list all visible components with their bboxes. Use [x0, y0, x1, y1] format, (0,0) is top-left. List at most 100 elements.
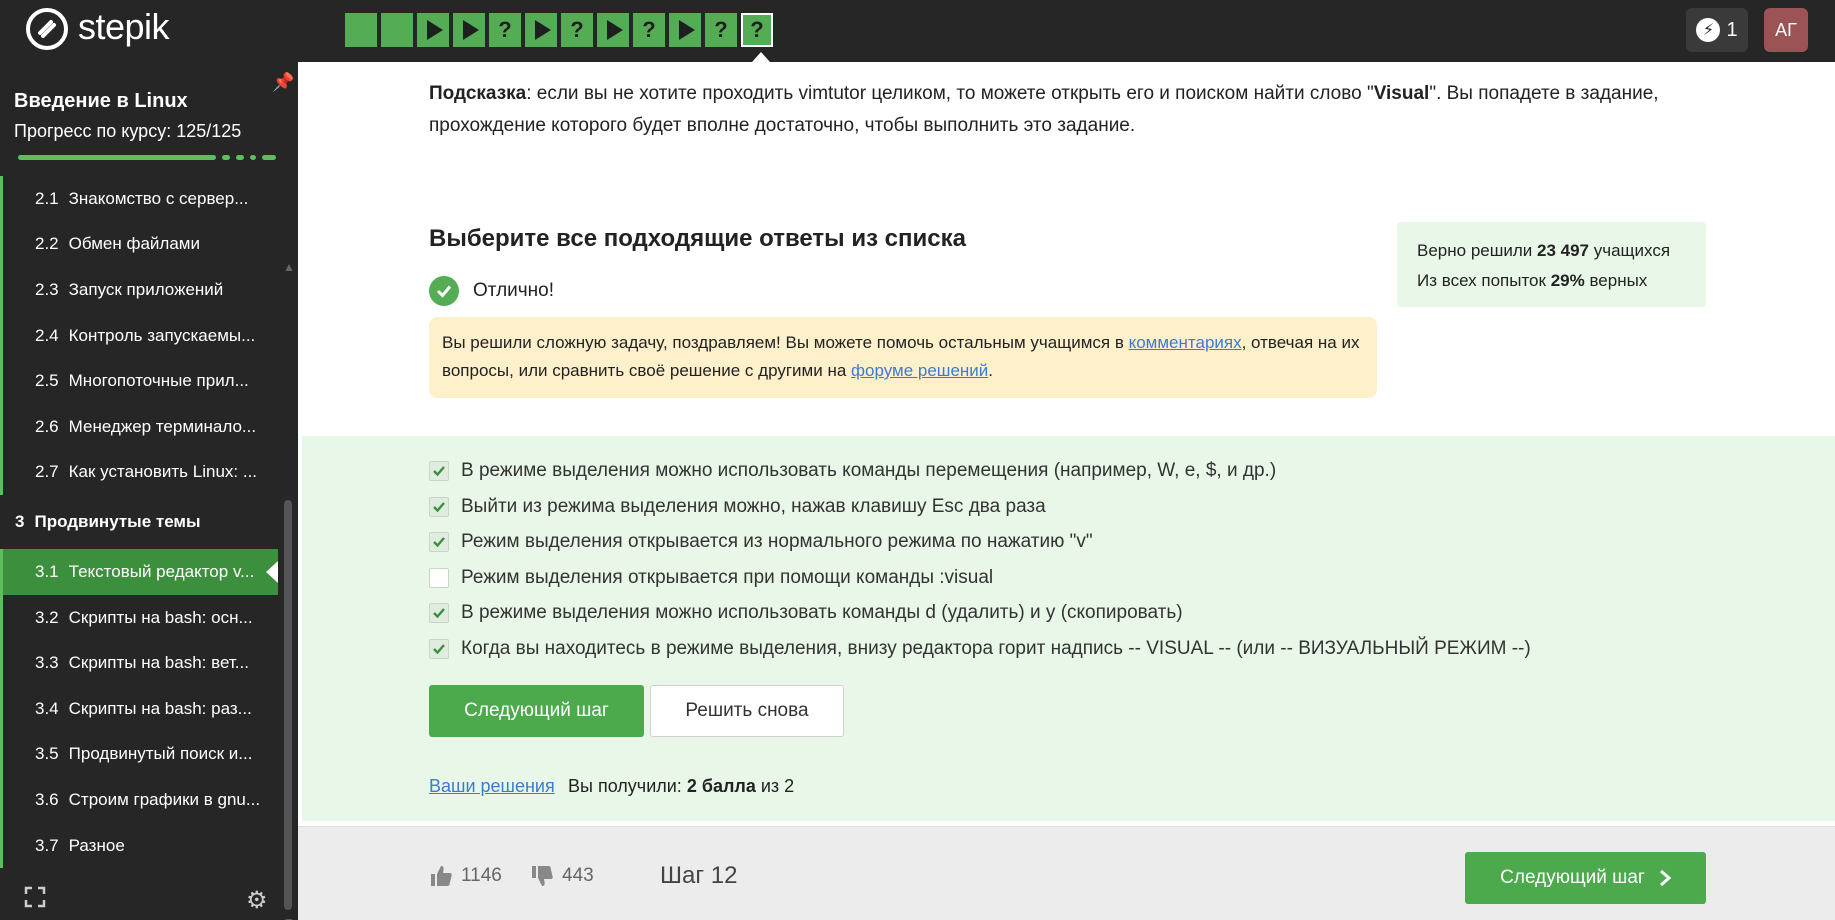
answer-option[interactable]: В режиме выделения можно использовать ко… — [429, 602, 1183, 624]
step-button[interactable] — [597, 13, 629, 47]
answer-option[interactable]: В режиме выделения можно использовать ко… — [429, 460, 1276, 482]
course-title[interactable]: Введение в Linux — [14, 90, 188, 113]
lesson-list: 2.1 Знакомство с сервер... 2.2 Обмен файлам… — [0, 176, 278, 869]
step-button[interactable]: ? — [741, 13, 773, 47]
lesson-number: 2.2 — [35, 234, 59, 254]
sidebar-lesson-item[interactable]: 3.4 Скрипты на bash: раз... — [0, 685, 278, 732]
answer-option[interactable]: Когда вы находитесь в режиме выделения, … — [429, 638, 1531, 660]
progress-segment — [236, 155, 244, 160]
lesson-title: Скрипты на bash: осн... — [68, 607, 253, 627]
answer-option[interactable]: Режим выделения открывается из нормально… — [429, 531, 1093, 553]
energy-count: 1 — [1726, 18, 1738, 41]
step-button[interactable] — [417, 13, 449, 47]
answer-option[interactable]: Режим выделения открывается при помощи к… — [429, 567, 993, 589]
lesson-number: 3.2 — [35, 607, 59, 627]
chevron-right-icon — [1659, 869, 1671, 887]
sidebar-lesson-item[interactable]: 3.2 Скрипты на bash: осн... — [0, 594, 278, 641]
comments-link[interactable]: комментариях — [1129, 333, 1242, 352]
gear-icon[interactable]: ⚙ — [246, 886, 268, 915]
checkbox-checked[interactable] — [429, 461, 449, 481]
sidebar-lesson-item[interactable]: 2.3 Запуск приложений — [0, 267, 278, 313]
sidebar-lesson-item[interactable]: 2.4 Контроль запускаемы... — [0, 312, 278, 359]
avatar[interactable]: АГ — [1764, 8, 1808, 52]
question-icon: ? — [750, 17, 764, 42]
dislike-button[interactable]: 443 — [530, 864, 594, 888]
checkbox-unchecked[interactable] — [429, 568, 449, 588]
footer-next-step-button[interactable]: Следующий шаг — [1465, 852, 1706, 904]
question-icon: ? — [498, 17, 512, 42]
sidebar-lesson-item[interactable]: 2.5 Многопоточные прил... — [0, 358, 278, 404]
stepik-logo-icon — [26, 8, 68, 50]
option-text: В режиме выделения можно использовать ко… — [461, 602, 1183, 623]
sidebar-lesson-item[interactable]: 2.6 Менеджер терминало... — [0, 403, 278, 450]
checkbox-checked[interactable] — [429, 639, 449, 659]
question-icon: ? — [714, 17, 728, 42]
answer-option[interactable]: Выйти из режима выделения можно, нажав к… — [429, 496, 1046, 518]
pin-icon[interactable]: 📌 — [272, 72, 294, 93]
step-button[interactable] — [381, 13, 413, 47]
stepik-logo[interactable]: stepik — [26, 6, 170, 50]
lesson-title: Скрипты на bash: раз... — [68, 698, 252, 718]
forum-link[interactable]: форуме решений — [851, 361, 988, 380]
lesson-title: Контроль запускаемы... — [68, 325, 256, 345]
fullscreen-icon[interactable] — [24, 886, 46, 908]
sidebar-lesson-item[interactable]: 3.3 Скрипты на bash: вет... — [0, 640, 278, 686]
congrats-part: . — [988, 361, 994, 380]
question-icon: ? — [642, 17, 656, 42]
sidebar-lesson-item[interactable]: 2.7 Как установить Linux: ... — [0, 449, 278, 496]
question-icon: ? — [570, 17, 584, 42]
checkbox-checked[interactable] — [429, 497, 449, 517]
lesson-number: 3.1 — [35, 561, 59, 581]
step-button[interactable] — [669, 13, 701, 47]
footer-next-label: Следующий шаг — [1500, 867, 1645, 888]
lesson-number: 3.4 — [35, 698, 59, 718]
step-button[interactable] — [345, 13, 377, 47]
sidebar-scrollbar[interactable] — [284, 500, 292, 910]
sidebar-lesson-item[interactable]: 2.1 Знакомство с сервер... — [0, 176, 278, 222]
lesson-title: Менеджер терминало... — [68, 416, 257, 436]
scroll-down-arrow[interactable]: ▼ — [283, 915, 295, 920]
energy-button[interactable]: ⚡ 1 — [1686, 8, 1748, 52]
lesson-title: Скрипты на bash: вет... — [68, 653, 249, 673]
scroll-up-arrow[interactable]: ▲ — [283, 260, 295, 274]
lesson-number: 3.3 — [35, 653, 59, 673]
retry-button[interactable]: Решить снова — [650, 685, 844, 737]
option-text: Когда вы находитесь в режиме выделения, … — [461, 638, 1531, 659]
sidebar-lesson-item[interactable]: 3.7 Разное — [0, 822, 278, 869]
step-button[interactable]: ? — [561, 13, 593, 47]
checkbox-checked[interactable] — [429, 603, 449, 623]
next-step-button[interactable]: Следующий шаг — [429, 685, 644, 737]
like-button[interactable]: 1146 — [429, 864, 502, 888]
congrats-message: Вы решили сложную задачу, поздравляем! В… — [429, 317, 1377, 398]
sidebar-lesson-item[interactable]: 3.1 Текстовый редактор v... — [0, 549, 278, 595]
step-button[interactable]: ? — [705, 13, 737, 47]
step-navigation: ????? — [345, 13, 773, 47]
step-button[interactable]: ? — [633, 13, 665, 47]
lesson-number: 3.7 — [35, 835, 59, 855]
stats-attempts: Из всех попыток 29% верных — [1417, 271, 1648, 290]
sidebar-section[interactable]: 3 Продвинутые темы — [0, 495, 278, 549]
course-sidebar: 📌 Введение в Linux Прогресс по курсу: 12… — [0, 62, 298, 920]
sidebar-lesson-item[interactable]: 3.5 Продвинутый поиск и... — [0, 731, 278, 778]
lesson-number: 2.6 — [35, 416, 59, 436]
checkbox-checked[interactable] — [429, 532, 449, 552]
progress-bar — [18, 155, 276, 160]
step-button[interactable] — [453, 13, 485, 47]
hint-text: Подсказка: если вы не хотите проходить v… — [429, 78, 1669, 142]
lesson-title: Запуск приложений — [68, 279, 224, 299]
lesson-title: Продвинутый поиск и... — [68, 744, 253, 764]
congrats-part: Вы решили сложную задачу, поздравляем! В… — [442, 333, 1129, 352]
check-circle-icon — [429, 276, 459, 306]
sidebar-lesson-item[interactable]: 3.6 Строим графики в gnu... — [0, 777, 278, 823]
sidebar-lesson-item[interactable]: 2.2 Обмен файлами — [0, 221, 278, 268]
step-number: Шаг 12 — [660, 862, 738, 889]
step-button[interactable]: ? — [489, 13, 521, 47]
your-solutions-link[interactable]: Ваши решения — [429, 776, 555, 797]
lesson-number: 3 — [15, 512, 25, 532]
lightning-icon: ⚡ — [1696, 18, 1721, 42]
lesson-number: 2.7 — [35, 462, 59, 482]
step-button[interactable] — [525, 13, 557, 47]
option-text: Режим выделения открывается из нормально… — [461, 531, 1093, 552]
logo-text: stepik — [78, 6, 170, 47]
lesson-number: 2.4 — [35, 325, 59, 345]
